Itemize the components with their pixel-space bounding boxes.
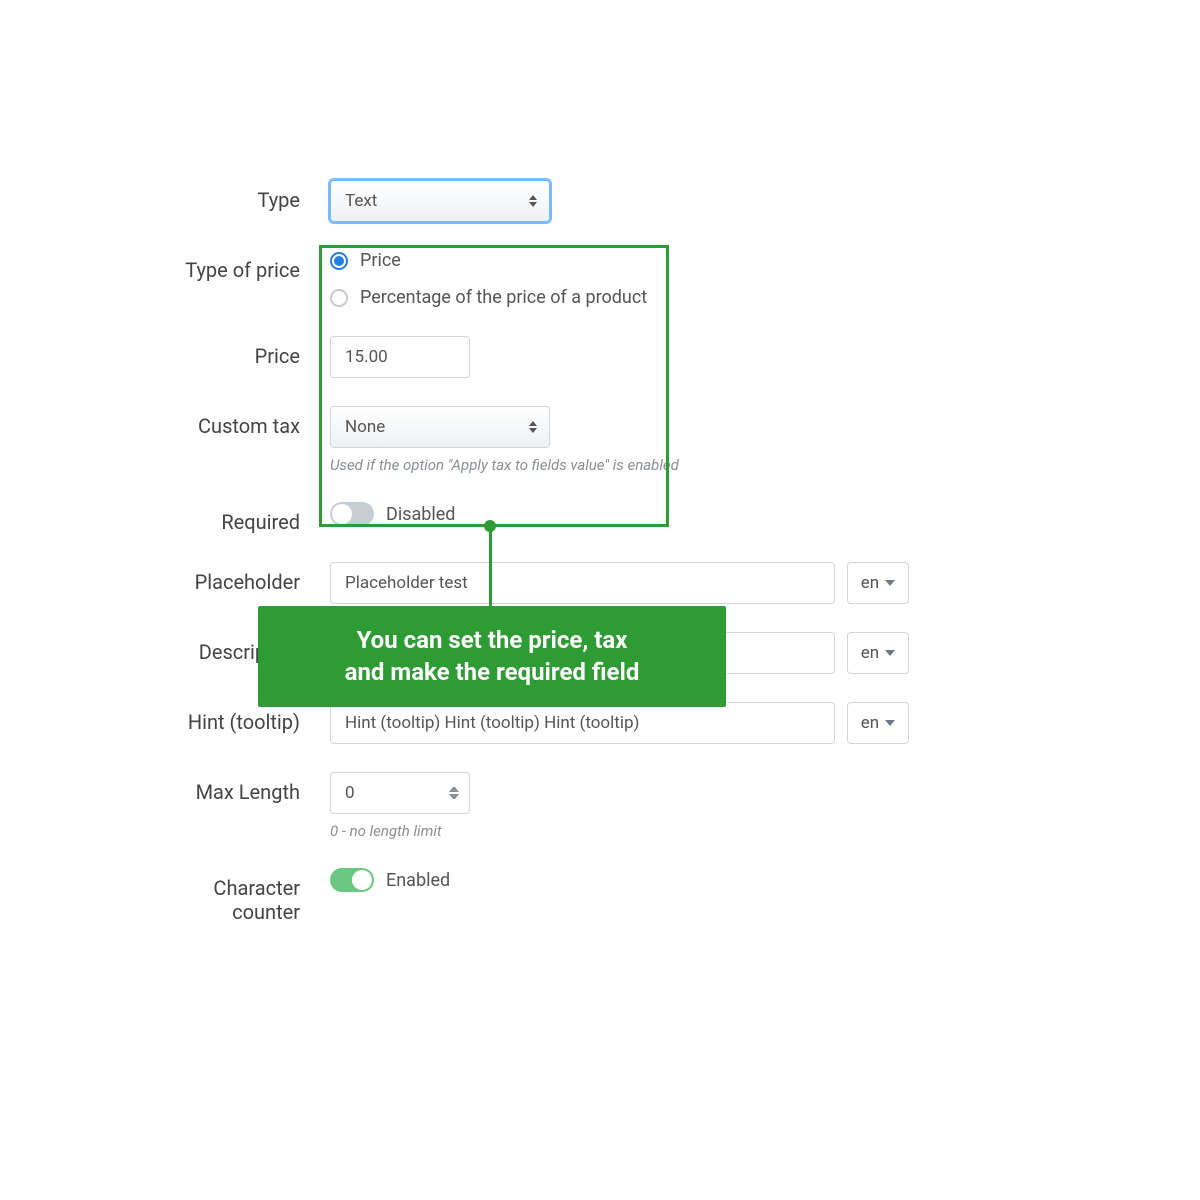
lang-code: en [861, 643, 879, 663]
row-placeholder: Placeholder Placeholder test en [160, 562, 960, 604]
radio-percentage-option[interactable]: Percentage of the price of a product [330, 287, 960, 308]
label-required: Required [160, 502, 330, 534]
placeholder-input[interactable]: Placeholder test [330, 562, 835, 604]
hint-input[interactable]: Hint (tooltip) Hint (tooltip) Hint (tool… [330, 702, 835, 744]
chevron-updown-icon [527, 193, 539, 209]
label-max-length: Max Length [160, 772, 330, 804]
row-hint: Hint (tooltip) Hint (tooltip) Hint (tool… [160, 702, 960, 744]
label-price: Price [160, 336, 330, 368]
required-toggle[interactable] [330, 502, 374, 526]
callout-text-line2: and make the required field [282, 656, 702, 688]
chevron-down-icon [885, 650, 895, 656]
type-select[interactable]: Text [330, 180, 550, 222]
type-select-value: Text [345, 191, 377, 211]
price-input[interactable]: 15.00 [330, 336, 470, 378]
chevron-down-icon [885, 720, 895, 726]
radio-icon [330, 252, 348, 270]
hint-lang-button[interactable]: en [847, 702, 909, 744]
row-custom-tax: Custom tax None Used if the option "Appl… [160, 406, 960, 474]
chevron-updown-icon [527, 419, 539, 435]
row-required: Required Disabled [160, 502, 960, 534]
annotation-callout: You can set the price, tax and make the … [258, 606, 726, 707]
required-state: Disabled [386, 504, 455, 525]
field-settings-form: Type Text Type of price Price Percentage… [0, 0, 960, 924]
hint-value: Hint (tooltip) Hint (tooltip) Hint (tool… [345, 713, 639, 733]
lang-code: en [861, 573, 879, 593]
label-type: Type [160, 180, 330, 212]
max-length-help: 0 - no length limit [330, 822, 960, 840]
label-placeholder: Placeholder [160, 562, 330, 594]
radio-price-option[interactable]: Price [330, 250, 960, 271]
lang-code: en [861, 713, 879, 733]
description-lang-button[interactable]: en [847, 632, 909, 674]
custom-tax-value: None [345, 417, 385, 437]
radio-price-label: Price [360, 250, 401, 271]
row-type-of-price: Type of price Price Percentage of the pr… [160, 250, 960, 316]
radio-percentage-label: Percentage of the price of a product [360, 287, 647, 308]
max-length-value: 0 [345, 783, 355, 803]
row-max-length: Max Length 0 0 - no length limit [160, 772, 960, 840]
label-char-counter: Character counter [160, 868, 330, 924]
label-type-of-price: Type of price [160, 250, 330, 282]
label-hint: Hint (tooltip) [160, 702, 330, 734]
char-counter-state: Enabled [386, 870, 450, 891]
chevron-down-icon [885, 580, 895, 586]
placeholder-lang-button[interactable]: en [847, 562, 909, 604]
max-length-stepper[interactable]: 0 [330, 772, 470, 814]
label-custom-tax: Custom tax [160, 406, 330, 438]
radio-icon [330, 289, 348, 307]
stepper-icon [449, 787, 459, 799]
price-value: 15.00 [345, 347, 388, 367]
annotation-connector [489, 527, 492, 607]
row-char-counter: Character counter Enabled [160, 868, 960, 924]
placeholder-value: Placeholder test [345, 573, 468, 593]
callout-text-line1: You can set the price, tax [282, 624, 702, 656]
custom-tax-select[interactable]: None [330, 406, 550, 448]
row-type: Type Text [160, 180, 960, 222]
row-price: Price 15.00 [160, 336, 960, 378]
char-counter-toggle[interactable] [330, 868, 374, 892]
custom-tax-help: Used if the option "Apply tax to fields … [330, 456, 960, 474]
